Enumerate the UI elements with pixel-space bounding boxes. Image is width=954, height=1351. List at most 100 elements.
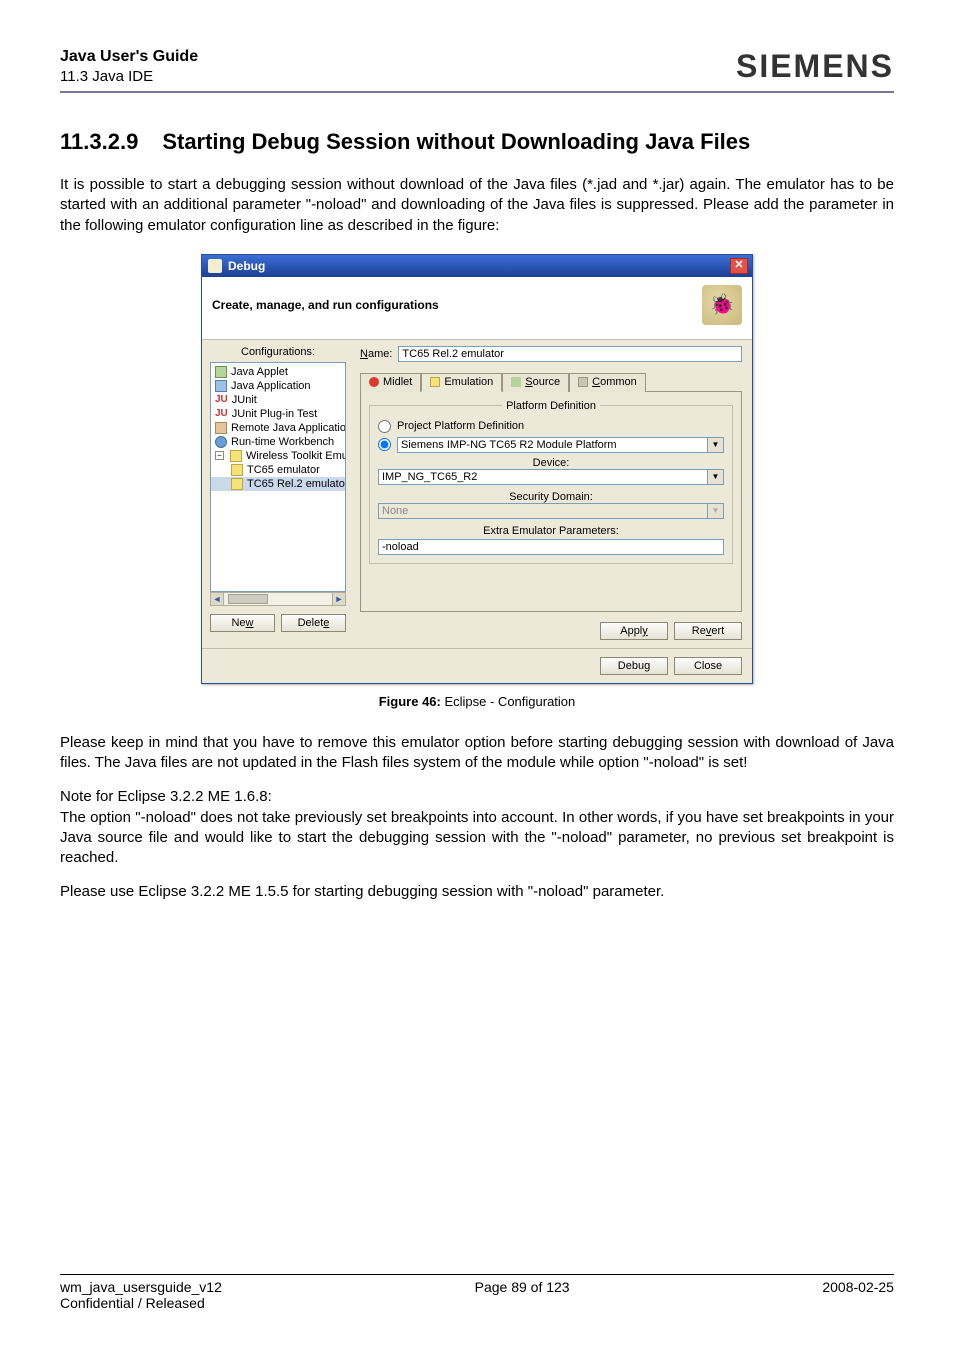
security-domain-label: Security Domain: [378,491,724,503]
project-platform-radio-row[interactable]: Project Platform Definition [378,420,724,433]
device-value[interactable] [378,469,708,485]
config-detail-pane: Name: Midlet Emulation Source Common Pla… [352,340,752,648]
platform-definition-legend: Platform Definition [502,400,600,412]
apply-button[interactable]: Apply [600,622,668,640]
emulation-icon [430,377,440,387]
tab-source[interactable]: Source [502,373,569,392]
extra-params-input[interactable] [378,539,724,555]
tab-bar: Midlet Emulation Source Common [360,372,742,392]
tree-item-junit[interactable]: JUJUnit [211,393,345,407]
scroll-right-icon[interactable]: ► [332,592,346,606]
junit-icon: JU [215,394,228,405]
junit-plugin-icon: JU [215,408,228,419]
tab-common[interactable]: Common [569,373,646,392]
debug-dialog: Debug ✕ Create, manage, and run configur… [201,254,753,684]
platform-definition-group: Platform Definition Project Platform Def… [369,400,733,564]
bug-icon [702,285,742,325]
figure-caption-bold: Figure 46: [379,694,441,709]
extra-params-label: Extra Emulator Parameters: [378,525,724,537]
tab-body-emulation: Platform Definition Project Platform Def… [360,392,742,612]
specific-platform-value[interactable] [397,437,708,453]
tree-item-java-application[interactable]: Java Application [211,379,345,393]
application-icon [215,380,227,392]
paragraph-note: The option "-noload" does not take previ… [60,808,894,869]
dialog-body: Configurations: Java Applet Java Applica… [202,340,752,648]
new-button[interactable]: New [210,614,275,632]
configurations-pane: Configurations: Java Applet Java Applica… [202,340,352,648]
specific-platform-radio[interactable] [378,438,391,451]
eclipse-icon [208,259,222,273]
close-button[interactable]: Close [674,657,742,675]
footer-page: Page 89 of 123 [475,1279,570,1311]
brand-logo: SIEMENS [736,48,894,85]
specific-platform-radio-row[interactable]: ▼ [378,437,724,453]
debug-button[interactable]: Debug [600,657,668,675]
delete-button[interactable]: Delete [281,614,346,632]
tree-item-tc65-emulator[interactable]: TC65 emulator [211,463,345,477]
figure-caption: Figure 46: Eclipse - Configuration [60,694,894,709]
scroll-left-icon[interactable]: ◄ [210,592,224,606]
wtk-icon [231,478,243,490]
applet-icon [215,366,227,378]
security-domain-combo: ▼ [378,503,724,519]
tree-hscrollbar[interactable]: ◄ ► [210,592,346,606]
tab-emulation[interactable]: Emulation [421,373,502,392]
device-combo[interactable]: ▼ [378,469,724,485]
name-input[interactable] [398,346,742,362]
project-platform-radio[interactable] [378,420,391,433]
chevron-down-icon: ▼ [708,503,724,519]
page-header: Java User's Guide 11.3 Java IDE SIEMENS [60,48,894,93]
tree-item-remote-java[interactable]: Remote Java Applicatio [211,421,345,435]
note-heading: Note for Eclipse 3.2.2 ME 1.6.8: [60,787,894,807]
footer-left: wm_java_usersguide_v12 Confidential / Re… [60,1279,222,1311]
remote-icon [215,422,227,434]
dialog-footer: Debug Close [202,648,752,683]
doc-title: Java User's Guide [60,48,198,66]
midlet-icon [369,377,379,387]
configurations-tree[interactable]: Java Applet Java Application JUJUnit JUJ… [210,362,346,592]
chevron-down-icon[interactable]: ▼ [708,437,724,453]
runtime-icon [215,436,227,448]
name-label: Name: [360,348,392,360]
collapse-icon[interactable]: − [215,451,224,460]
tree-item-wtk[interactable]: −Wireless Toolkit Emulato [211,449,345,463]
tab-midlet[interactable]: Midlet [360,373,421,392]
device-label: Device: [378,457,724,469]
wtk-icon [231,464,243,476]
section-number: 11.3.2.9 [60,129,138,155]
tree-item-junit-plugin[interactable]: JUJUnit Plug-in Test [211,407,345,421]
configurations-label: Configurations: [210,346,346,358]
dialog-title: Debug [228,259,265,273]
project-platform-label: Project Platform Definition [397,420,524,432]
section-subtitle: 11.3 Java IDE [60,68,198,85]
footer-confidentiality: Confidential / Released [60,1295,222,1311]
tree-item-java-applet[interactable]: Java Applet [211,365,345,379]
chevron-down-icon[interactable]: ▼ [708,469,724,485]
paragraph-recommendation: Please use Eclipse 3.2.2 ME 1.5.5 for st… [60,882,894,902]
footer-docid: wm_java_usersguide_v12 [60,1279,222,1295]
section-heading: 11.3.2.9 Starting Debug Session without D… [60,129,894,155]
figure-wrap: Debug ✕ Create, manage, and run configur… [60,254,894,684]
revert-button[interactable]: Revert [674,622,742,640]
security-domain-value [378,503,708,519]
apply-revert-row: Apply Revert [360,622,742,640]
footer-date: 2008-02-25 [822,1279,894,1311]
name-row: Name: [360,346,742,362]
header-left: Java User's Guide 11.3 Java IDE [60,48,198,85]
tree-item-runtime-workbench[interactable]: Run-time Workbench [211,435,345,449]
banner-text: Create, manage, and run configurations [212,298,439,312]
paragraph-intro: It is possible to start a debugging sess… [60,175,894,236]
tree-button-row: New Delete [210,614,346,632]
close-icon[interactable]: ✕ [730,258,748,274]
figure-caption-text: Eclipse - Configuration [441,694,575,709]
page-footer: wm_java_usersguide_v12 Confidential / Re… [60,1274,894,1311]
scroll-track[interactable] [224,592,332,606]
paragraph-warning: Please keep in mind that you have to rem… [60,733,894,774]
scroll-thumb[interactable] [228,594,268,604]
section-heading-text: Starting Debug Session without Downloadi… [162,129,750,154]
tree-item-tc65-rel2[interactable]: TC65 Rel.2 emulato [211,477,345,491]
common-icon [578,377,588,387]
dialog-titlebar[interactable]: Debug ✕ [202,255,752,277]
dialog-banner: Create, manage, and run configurations [202,277,752,340]
specific-platform-combo[interactable]: ▼ [397,437,724,453]
